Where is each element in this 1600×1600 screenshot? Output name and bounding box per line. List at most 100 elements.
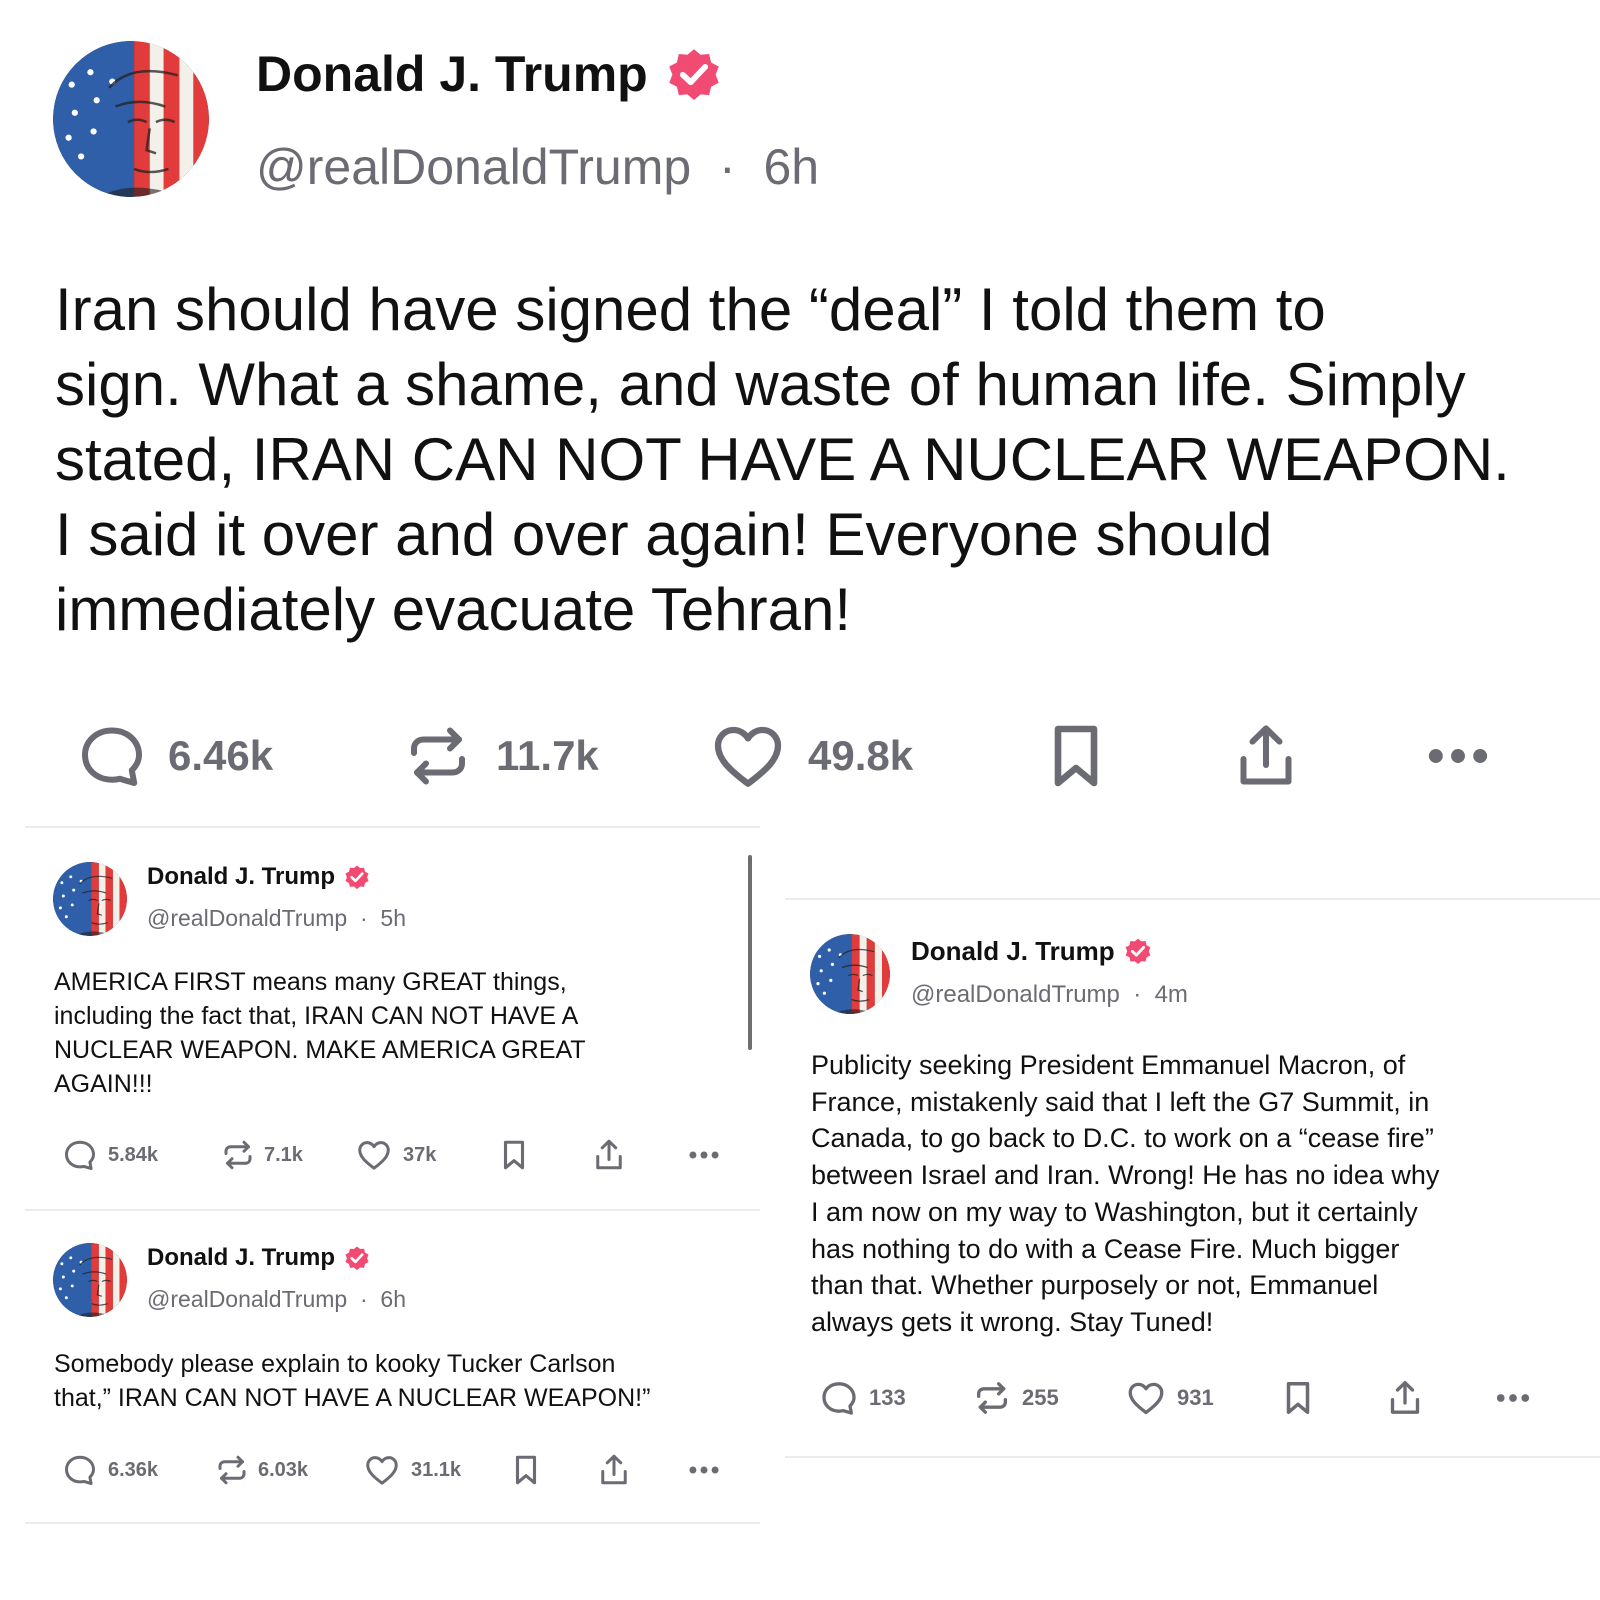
divider	[25, 1209, 760, 1211]
reply-count: 5.84k	[108, 1143, 159, 1166]
reply-button[interactable]: 6.36k	[62, 1450, 158, 1490]
like-button[interactable]: 931	[1125, 1376, 1214, 1420]
repost-button[interactable]: 255	[972, 1376, 1059, 1420]
avatar[interactable]	[53, 862, 127, 936]
verified-badge-icon	[1123, 936, 1153, 966]
handle-time-row: @realDonaldTrump · 6h	[147, 1286, 406, 1313]
bookmark-button[interactable]	[497, 1135, 531, 1175]
heart-icon	[708, 716, 788, 796]
reply-button[interactable]: 6.46k	[76, 716, 273, 796]
post-text-line: Iran should have signed the “deal” I tol…	[55, 276, 1326, 343]
more-button[interactable]	[1420, 716, 1496, 796]
post-text-line: NUCLEAR WEAPON. MAKE AMERICA GREAT	[54, 1036, 586, 1064]
handle-time-row: @realDonaldTrump · 6h	[256, 138, 819, 196]
speech-bubble-icon	[65, 1140, 95, 1170]
like-count: 37k	[403, 1143, 437, 1166]
heart-icon	[366, 1456, 398, 1485]
bookmark-button[interactable]	[1279, 1376, 1317, 1420]
handle-time-row: @realDonaldTrump · 5h	[147, 905, 406, 932]
post-text-line: than that. Whether purposely or not, Emm…	[811, 1270, 1379, 1301]
bookmark-icon	[1040, 720, 1112, 792]
author-name[interactable]: Donald J. Trump	[911, 936, 1115, 967]
more-button[interactable]	[1492, 1376, 1534, 1420]
post-text-line: Somebody please explain to kooky Tucker …	[54, 1350, 616, 1378]
reply-count: 133	[869, 1385, 906, 1410]
repost-button[interactable]: 7.1k	[220, 1135, 303, 1175]
reply-button[interactable]: 133	[819, 1376, 906, 1420]
reply-count: 6.36k	[108, 1458, 159, 1481]
post-text-line: I said it over and over again! Everyone …	[55, 501, 1273, 568]
reply-button[interactable]: 5.84k	[62, 1135, 158, 1175]
feed-post: Donald J. Trump @realDonaldTrump · 4m Pu…	[785, 900, 1600, 1460]
flag-portrait-avatar-image	[53, 41, 209, 197]
post-text-line: immediately evacuate Tehran!	[55, 576, 851, 643]
more-button[interactable]	[685, 1450, 723, 1490]
author-handle[interactable]: @realDonaldTrump	[256, 139, 691, 195]
post-time: 5h	[380, 905, 407, 931]
like-count: 49.8k	[808, 732, 914, 779]
share-upload-icon	[596, 1139, 622, 1170]
scrollbar[interactable]	[748, 855, 752, 1050]
verified-badge-icon	[343, 863, 371, 891]
share-upload-icon	[1230, 720, 1302, 792]
author-row: Donald J. Trump	[147, 862, 371, 892]
like-button[interactable]: 37k	[355, 1135, 436, 1175]
divider	[25, 826, 760, 828]
bookmark-icon	[515, 1455, 537, 1485]
author-name[interactable]: Donald J. Trump	[147, 1244, 335, 1272]
author-handle[interactable]: @realDonaldTrump	[147, 1286, 347, 1312]
post-text-line: Publicity seeking President Emmanuel Mac…	[811, 1050, 1406, 1080]
post-text-line: including the fact that, IRAN CAN NOT HA…	[54, 1002, 579, 1030]
author-name[interactable]: Donald J. Trump	[256, 45, 648, 103]
more-button[interactable]	[685, 1135, 723, 1175]
avatar[interactable]	[53, 41, 209, 197]
heart-icon	[358, 1141, 390, 1170]
author-name[interactable]: Donald J. Trump	[147, 863, 335, 891]
bookmark-button[interactable]	[509, 1450, 543, 1490]
post-text: Iran should have signed the “deal” I tol…	[55, 272, 1565, 647]
post-text-line: AMERICA FIRST means many GREAT things,	[54, 968, 567, 996]
share-button[interactable]	[1230, 716, 1302, 796]
like-button[interactable]: 31.1k	[363, 1450, 461, 1490]
feed-post: Donald J. Trump @realDonaldTrump · 6h So…	[0, 1212, 760, 1524]
repost-count: 255	[1022, 1385, 1059, 1410]
separator-dot: ·	[1126, 981, 1148, 1008]
post-time: 4m	[1154, 981, 1188, 1008]
ellipsis-icon	[1428, 749, 1488, 763]
author-handle[interactable]: @realDonaldTrump	[911, 981, 1120, 1008]
like-count: 931	[1177, 1385, 1214, 1410]
repost-button[interactable]: 11.7k	[402, 716, 599, 796]
share-button[interactable]	[591, 1135, 627, 1175]
feed-post: Donald J. Trump @realDonaldTrump · 5h AM…	[0, 830, 760, 1210]
separator-dot: ·	[705, 139, 750, 195]
handle-time-row: @realDonaldTrump · 4m	[911, 981, 1188, 1009]
author-handle[interactable]: @realDonaldTrump	[147, 905, 347, 931]
post-time: 6h	[380, 1286, 407, 1312]
repost-arrows-icon	[224, 1140, 252, 1170]
avatar[interactable]	[810, 934, 890, 1014]
repost-arrows-icon	[402, 720, 474, 792]
separator-dot: ·	[353, 905, 375, 931]
divider	[785, 1456, 1600, 1458]
like-button[interactable]: 49.8k	[708, 716, 913, 796]
post-text: Publicity seeking President Emmanuel Mac…	[811, 1047, 1591, 1341]
post-text-line: stated, IRAN CAN NOT HAVE A NUCLEAR WEAP…	[55, 426, 1510, 493]
repost-button[interactable]: 6.03k	[214, 1450, 308, 1490]
main-post: Donald J. Trump @realDonaldTrump · 6h Ir…	[0, 0, 1600, 830]
share-button[interactable]	[596, 1450, 632, 1490]
heart-icon	[1128, 1382, 1164, 1415]
flag-portrait-avatar-image	[53, 862, 127, 936]
like-count: 31.1k	[411, 1458, 462, 1481]
post-text: Somebody please explain to kooky Tucker …	[54, 1347, 744, 1415]
share-button[interactable]	[1385, 1376, 1425, 1420]
post-text: AMERICA FIRST means many GREAT things, i…	[54, 965, 734, 1101]
action-bar: 133 255 931	[785, 1376, 1600, 1420]
repost-count: 7.1k	[264, 1143, 303, 1166]
avatar[interactable]	[53, 1243, 127, 1317]
author-row: Donald J. Trump	[147, 1243, 371, 1273]
bookmark-button[interactable]	[1040, 716, 1112, 796]
post-text-line: has nothing to do with a Cease Fire. Muc…	[811, 1233, 1400, 1264]
post-text-line: always gets it wrong. Stay Tuned!	[811, 1306, 1214, 1337]
verified-badge-icon	[664, 44, 724, 104]
repost-arrows-icon	[977, 1382, 1007, 1414]
